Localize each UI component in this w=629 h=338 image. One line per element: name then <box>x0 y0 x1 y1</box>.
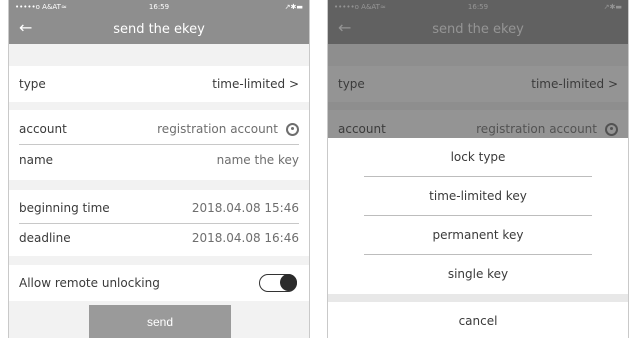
contact-icon[interactable] <box>286 123 299 136</box>
status-bar: •••••o A&AT ≈ 16:59 ↗✱▬ <box>9 0 309 14</box>
sheet-title: lock type <box>450 150 506 164</box>
remote-unlock-card: Allow remote unlocking <box>9 265 309 301</box>
account-label: account <box>19 122 67 136</box>
type-row[interactable]: type time-limited > <box>19 69 299 99</box>
remote-unlock-toggle[interactable] <box>259 274 297 292</box>
remote-unlock-label: Allow remote unlocking <box>19 276 160 290</box>
lock-type-screen: •••••o A&AT ≈ 16:59 ↗✱▬ ← send the ekey … <box>327 0 629 338</box>
name-input[interactable]: name the key <box>217 145 299 175</box>
sheet-gap <box>328 294 628 302</box>
option-time-limited-key[interactable]: time-limited key <box>328 177 628 216</box>
option-permanent-key[interactable]: permanent key <box>328 216 628 255</box>
account-row[interactable]: account registration account <box>19 114 299 144</box>
nav-bar: ← send the ekey <box>9 14 309 44</box>
battery-icon: ↗✱▬ <box>284 3 303 11</box>
chevron-right-icon: > <box>288 77 299 91</box>
send-ekey-screen: •••••o A&AT ≈ 16:59 ↗✱▬ ← send the ekey … <box>8 0 310 338</box>
name-label: name <box>19 153 54 167</box>
cancel-button[interactable]: cancel <box>328 302 628 338</box>
account-card: account registration account name name t… <box>9 110 309 180</box>
beginning-time-value[interactable]: 2018.04.08 15:46 <box>192 193 299 223</box>
page-title: send the ekey <box>113 22 205 37</box>
deadline-row[interactable]: deadline 2018.04.08 16:46 <box>19 223 299 253</box>
send-button[interactable]: send <box>89 305 231 338</box>
deadline-label: deadline <box>19 231 71 245</box>
beginning-time-label: beginning time <box>19 201 110 215</box>
name-row[interactable]: name name the key <box>19 145 299 175</box>
lock-type-action-sheet: lock type time-limited key permanent key… <box>328 138 628 338</box>
type-label: type <box>19 77 46 91</box>
account-input[interactable]: registration account <box>157 122 278 136</box>
clock: 16:59 <box>148 3 170 11</box>
type-value: time-limited <box>212 77 286 91</box>
option-single-key[interactable]: single key <box>328 255 628 294</box>
deadline-value[interactable]: 2018.04.08 16:46 <box>192 223 299 253</box>
time-card: beginning time 2018.04.08 15:46 deadline… <box>9 190 309 256</box>
remote-unlock-row: Allow remote unlocking <box>19 268 299 298</box>
beginning-time-row[interactable]: beginning time 2018.04.08 15:46 <box>19 193 299 223</box>
type-card[interactable]: type time-limited > <box>9 66 309 102</box>
